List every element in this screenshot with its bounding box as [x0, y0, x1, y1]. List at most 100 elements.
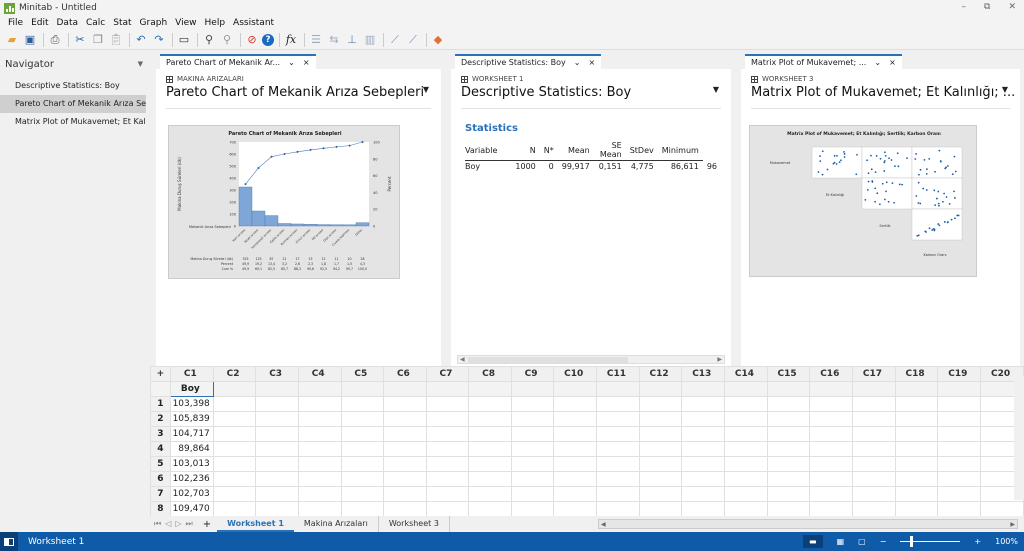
data-cell[interactable] — [255, 486, 299, 502]
data-cell[interactable] — [340, 471, 385, 487]
data-cell[interactable] — [681, 486, 726, 502]
zoom-slider[interactable] — [900, 536, 961, 547]
menu-stat[interactable]: Stat — [113, 18, 131, 28]
data-cell[interactable] — [766, 396, 811, 412]
data-cell[interactable] — [425, 471, 470, 487]
data-cell[interactable] — [937, 441, 982, 457]
data-cell[interactable] — [340, 426, 385, 442]
data-cell[interactable] — [724, 426, 768, 442]
data-cell[interactable] — [724, 441, 768, 457]
zoom-in-button[interactable]: + — [974, 537, 981, 546]
data-cell[interactable]: 102,236 — [169, 471, 214, 487]
data-cell[interactable] — [340, 411, 385, 427]
data-cell[interactable] — [383, 441, 427, 457]
scroll-right-icon[interactable]: ▶ — [1010, 521, 1015, 528]
column-header[interactable]: C13 — [681, 366, 726, 382]
data-cell[interactable] — [255, 411, 299, 427]
data-cell[interactable] — [638, 441, 683, 457]
data-cell[interactable] — [596, 396, 640, 412]
column-header[interactable]: C11 — [596, 366, 640, 382]
data-cell[interactable] — [297, 426, 342, 442]
scroll-thumb[interactable] — [468, 357, 628, 363]
cancel-icon[interactable]: ⊘ — [244, 32, 260, 48]
data-cell[interactable] — [297, 441, 342, 457]
data-cell[interactable] — [297, 456, 342, 472]
column-header[interactable]: C12 — [638, 366, 683, 382]
column-name-cell[interactable] — [724, 381, 768, 397]
column-name-cell[interactable] — [937, 381, 982, 397]
data-cell[interactable] — [724, 411, 768, 427]
column-header[interactable]: C17 — [852, 366, 896, 382]
data-cell[interactable] — [852, 426, 896, 442]
data-cell[interactable] — [212, 426, 257, 442]
data-cell[interactable] — [852, 396, 896, 412]
data-cell[interactable] — [383, 396, 427, 412]
close-button[interactable]: ✕ — [1008, 2, 1016, 12]
worksheet-horizontal-scrollbar[interactable]: ◀ ▶ — [598, 519, 1018, 529]
column-header[interactable]: C19 — [937, 366, 982, 382]
data-cell[interactable] — [340, 441, 385, 457]
cut-icon[interactable]: ✂ — [72, 32, 88, 48]
data-cell[interactable] — [809, 456, 854, 472]
data-cell[interactable] — [212, 501, 257, 516]
column-header[interactable]: C16 — [809, 366, 854, 382]
column-header[interactable]: C6 — [383, 366, 427, 382]
subset-icon[interactable]: ▥ — [362, 32, 378, 48]
menu-graph[interactable]: Graph — [140, 18, 168, 28]
data-cell[interactable] — [852, 471, 896, 487]
data-cell[interactable] — [510, 396, 555, 412]
data-cell[interactable] — [852, 441, 896, 457]
row-header[interactable]: 2 — [150, 411, 171, 427]
tab-pareto-chart[interactable]: Pareto Chart of Mekanik Ar... ⌄ × — [160, 54, 316, 69]
data-cell[interactable] — [340, 501, 385, 516]
data-cell[interactable]: 104,717 — [169, 426, 214, 442]
data-cell[interactable] — [809, 396, 854, 412]
data-cell[interactable] — [468, 456, 512, 472]
tab-matrix-plot[interactable]: Matrix Plot of Mukavemet; ... ⌄ × — [745, 54, 902, 69]
data-cell[interactable] — [468, 471, 512, 487]
copy-icon[interactable]: ❐ — [90, 32, 106, 48]
find-icon[interactable]: ⚲ — [201, 32, 217, 48]
data-cell[interactable]: 103,013 — [169, 456, 214, 472]
data-cell[interactable] — [724, 396, 768, 412]
zoom-out-button[interactable]: − — [880, 537, 887, 546]
sheet-nav-buttons[interactable]: ⏮◁▷⏭ — [154, 519, 197, 529]
pane-menu-icon[interactable]: ▼ — [713, 85, 719, 94]
data-cell[interactable] — [596, 426, 640, 442]
data-cell[interactable] — [383, 411, 427, 427]
data-cell[interactable] — [894, 456, 939, 472]
data-cell[interactable] — [638, 396, 683, 412]
horizontal-scrollbar[interactable]: ◀ ▶ — [457, 355, 725, 364]
data-cell[interactable] — [425, 456, 470, 472]
column-name-cell[interactable] — [510, 381, 555, 397]
nav-item-pareto-chart[interactable]: Pareto Chart of Mekanik Arıza Seb... — [0, 95, 146, 113]
menu-assistant[interactable]: Assistant — [233, 18, 274, 28]
data-cell[interactable] — [937, 411, 982, 427]
column-header[interactable]: C14 — [724, 366, 768, 382]
data-cell[interactable] — [510, 411, 555, 427]
data-cell[interactable] — [681, 411, 726, 427]
data-cell[interactable] — [425, 426, 470, 442]
data-cell[interactable] — [383, 456, 427, 472]
data-cell[interactable] — [894, 411, 939, 427]
data-cell[interactable] — [468, 501, 512, 516]
close-icon[interactable]: × — [889, 56, 896, 69]
column-header[interactable]: C10 — [553, 366, 598, 382]
column-header[interactable]: C2 — [212, 366, 257, 382]
data-cell[interactable] — [340, 396, 385, 412]
vertical-scrollbar[interactable] — [1014, 376, 1024, 500]
chevron-down-icon[interactable]: ⌄ — [874, 56, 881, 69]
redo-icon[interactable]: ↷ — [151, 32, 167, 48]
data-cell[interactable] — [724, 486, 768, 502]
column-name-cell[interactable] — [425, 381, 470, 397]
minimize-button[interactable]: – — [962, 2, 967, 12]
data-cell[interactable] — [553, 396, 598, 412]
menu-edit[interactable]: Edit — [31, 18, 48, 28]
sheet-tab-makina-arizalari[interactable]: Makina Arızaları — [294, 516, 379, 532]
data-cell[interactable] — [596, 456, 640, 472]
data-cell[interactable] — [681, 396, 726, 412]
data-cell[interactable] — [425, 486, 470, 502]
insert-icon[interactable]: ⊥ — [344, 32, 360, 48]
data-cell[interactable] — [724, 456, 768, 472]
data-cell[interactable] — [766, 501, 811, 516]
